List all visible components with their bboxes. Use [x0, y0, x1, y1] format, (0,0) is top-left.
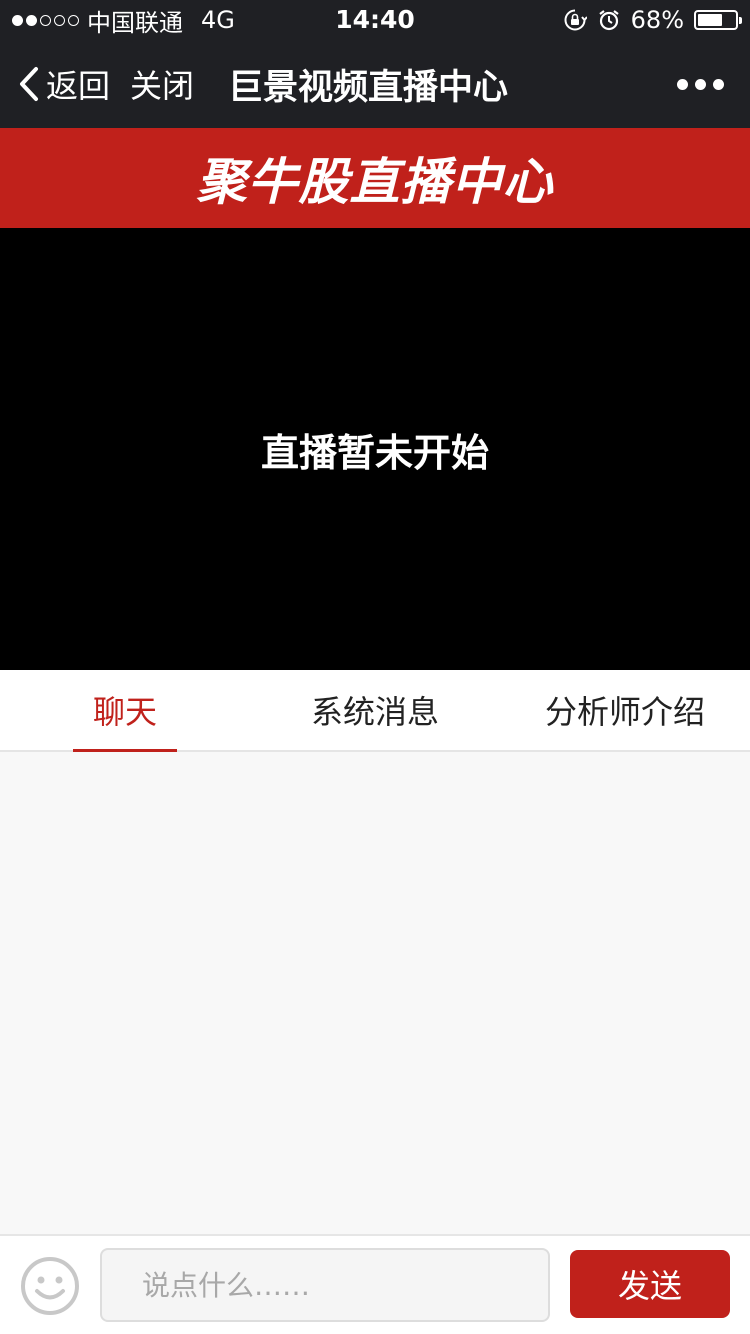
status-bar: 中国联通 4G 14:40 68% [0, 0, 750, 40]
battery-icon [694, 10, 742, 30]
emoji-icon[interactable] [20, 1256, 80, 1316]
send-button[interactable]: 发送 [570, 1250, 730, 1318]
live-status-text: 直播暂未开始 [260, 430, 489, 475]
chat-message-list[interactable] [0, 752, 750, 1234]
tab-system-messages[interactable]: 系统消息 [290, 670, 460, 750]
battery-tip [739, 17, 742, 24]
brand-banner: 聚牛股直播中心 [0, 128, 750, 228]
battery-percent: 68% [630, 6, 684, 34]
alarm-icon [598, 10, 619, 31]
message-input[interactable] [100, 1248, 550, 1322]
tab-bar: 聊天 系统消息 分析师介绍 [0, 670, 750, 752]
brand-title: 聚牛股直播中心 [196, 153, 554, 211]
back-button[interactable]: 返回 [18, 40, 110, 128]
orientation-lock-icon [564, 9, 587, 31]
status-right: 68% [563, 0, 742, 40]
more-dot [695, 78, 706, 90]
nav-bar: 返回 关闭 巨景视频直播中心 [0, 40, 750, 128]
close-button[interactable]: 关闭 [130, 40, 194, 128]
more-dot [677, 78, 688, 90]
chevron-left-icon [20, 67, 38, 101]
more-dot [713, 78, 724, 90]
tab-label: 分析师介绍 [544, 693, 705, 731]
more-options-button[interactable] [677, 40, 724, 128]
tab-chat[interactable]: 聊天 [73, 670, 177, 752]
tab-label: 聊天 [92, 693, 157, 731]
tab-analyst-intro[interactable]: 分析师介绍 [530, 670, 720, 750]
back-label: 返回 [46, 67, 111, 105]
video-player[interactable]: 直播暂未开始 [0, 228, 750, 670]
page-title: 巨景视频直播中心 [228, 67, 509, 108]
tab-label: 系统消息 [310, 693, 439, 731]
message-composer: 发送 [0, 1234, 750, 1334]
battery-fill [698, 14, 723, 26]
